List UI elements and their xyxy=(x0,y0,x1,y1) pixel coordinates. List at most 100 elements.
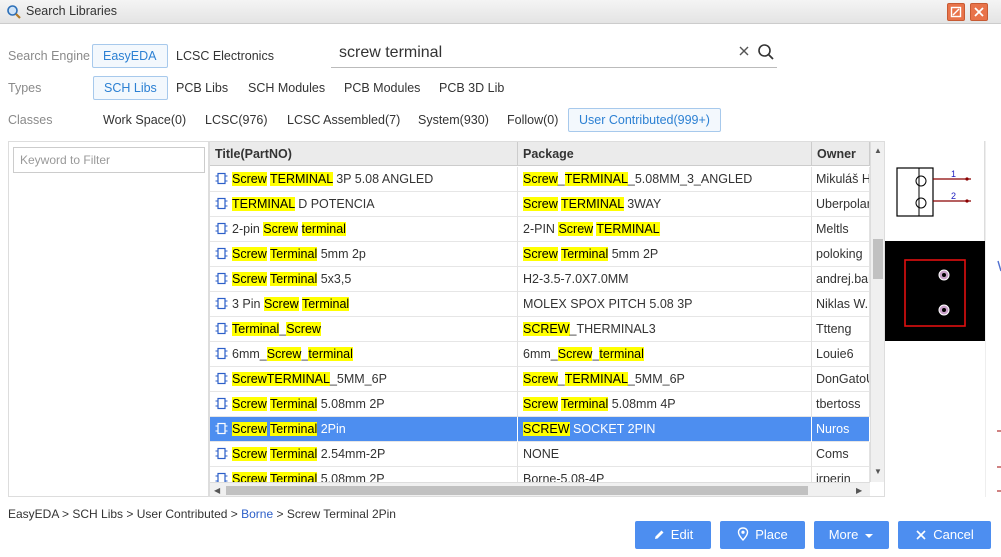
table-row[interactable]: Screw Terminal 5mm 2p Screw Terminal 5mm … xyxy=(210,242,870,267)
table-row[interactable]: TERMINAL D POTENCIA Screw TERMINAL 3WAY Ub… xyxy=(210,192,870,217)
text-segment: _ xyxy=(557,172,565,186)
schematic-symbol-icon xyxy=(215,172,228,185)
text-segment: 2-pin xyxy=(232,222,264,236)
table-row[interactable]: Screw Terminal 5.08mm 2P Screw Terminal 5… xyxy=(210,392,870,417)
engine-option-lcsc[interactable]: LCSC Electronics xyxy=(166,45,284,67)
package-cell: Screw_TERMINAL_5.08MM_3_ANGLED xyxy=(518,167,812,192)
close-window-button[interactable] xyxy=(970,3,988,21)
title-cell: ScrewTERMINAL_5MM_6P xyxy=(210,367,518,392)
highlighted-match: Terminal xyxy=(560,247,609,261)
owner-cell: Ttteng xyxy=(812,317,870,342)
engine-option-easyeda[interactable]: EasyEDA xyxy=(92,44,168,68)
keyword-filter-input[interactable] xyxy=(13,147,205,173)
class-option-user-contributed[interactable]: User Contributed(999+) xyxy=(568,108,721,132)
class-option-system[interactable]: System(930) xyxy=(408,109,499,131)
schematic-symbol-icon xyxy=(215,272,228,285)
clear-search-icon[interactable] xyxy=(737,44,751,58)
type-option-pcb-modules[interactable]: PCB Modules xyxy=(334,77,430,99)
scroll-down-icon[interactable]: ▼ xyxy=(874,467,882,476)
type-option-sch-modules[interactable]: SCH Modules xyxy=(238,77,335,99)
search-icon[interactable] xyxy=(757,43,775,61)
highlighted-match: Screw xyxy=(232,472,267,482)
text-segment: 2.54mm-2P xyxy=(317,447,386,461)
more-button[interactable]: More xyxy=(814,521,889,549)
vertical-scrollbar[interactable]: ▲ ▼ xyxy=(870,142,884,482)
table-row[interactable]: Screw Terminal 5.08mm 2P Borne-5.08-4P irp… xyxy=(210,467,870,482)
column-header-package[interactable]: Package xyxy=(518,142,812,166)
text-segment: 5.08mm 2P xyxy=(317,472,385,482)
type-option-pcb-3d-lib[interactable]: PCB 3D Lib xyxy=(429,77,514,99)
table-row[interactable]: Screw TERMINAL 3P 5.08 ANGLED Screw_TERMI… xyxy=(210,167,870,192)
title-cell: Screw TERMINAL 3P 5.08 ANGLED xyxy=(210,167,518,192)
highlighted-match: Screw xyxy=(232,372,267,386)
more-button-label: More xyxy=(828,527,859,542)
table-row[interactable]: Terminal_Screw SCREW_THERMINAL3 Ttteng xyxy=(210,317,870,342)
type-option-pcb-libs[interactable]: PCB Libs xyxy=(166,77,238,99)
text-segment: 5.08mm 4P xyxy=(608,397,676,411)
text-segment: 6mm_ xyxy=(232,347,267,361)
text-segment: 3P 5.08 ANGLED xyxy=(332,172,434,186)
scroll-right-icon[interactable]: ▶ xyxy=(856,486,862,495)
schematic-symbol-icon xyxy=(215,397,228,410)
text-segment: 3 Pin xyxy=(232,297,264,311)
package-cell: Screw Terminal 5.08mm 4P xyxy=(518,392,812,417)
breadcrumb-part: > Screw Terminal 2Pin xyxy=(273,507,396,521)
owner-cell: andrej.bal xyxy=(812,267,870,292)
table-row[interactable]: ScrewTERMINAL_5MM_6P Screw_TERMINAL_5MM_6… xyxy=(210,367,870,392)
highlighted-match: TERMINAL xyxy=(232,197,295,211)
highlighted-match: Screw xyxy=(232,447,267,461)
pencil-icon xyxy=(654,530,664,539)
horizontal-scroll-thumb[interactable] xyxy=(226,486,808,495)
text-segment: 3WAY xyxy=(623,197,662,211)
text-segment: _5.08MM_3_ANGLED xyxy=(627,172,753,186)
scroll-left-icon[interactable]: ◀ xyxy=(214,486,220,495)
column-header-owner[interactable]: Owner xyxy=(812,142,870,166)
table-row[interactable]: Screw Terminal 2.54mm-2P NONE Coms xyxy=(210,442,870,467)
search-input[interactable] xyxy=(339,42,729,64)
class-option-lcsc[interactable]: LCSC(976) xyxy=(195,109,278,131)
owner-cell: Coms xyxy=(812,442,870,467)
breadcrumb-owner-link[interactable]: Borne xyxy=(241,507,273,521)
class-option-follow[interactable]: Follow(0) xyxy=(497,109,568,131)
highlighted-match: Screw xyxy=(232,272,267,286)
class-option-lcsc-assembled[interactable]: LCSC Assembled(7) xyxy=(277,109,410,131)
close-icon xyxy=(974,7,984,17)
title-cell: Screw Terminal 2Pin xyxy=(210,417,518,442)
horizontal-scrollbar[interactable]: ◀ ▶ xyxy=(210,482,870,496)
class-option-work-space[interactable]: Work Space(0) xyxy=(93,109,196,131)
table-row[interactable]: 3 Pin Screw Terminal MOLEX SPOX PITCH 5.0… xyxy=(210,292,870,317)
text-segment: D POTENCIA xyxy=(294,197,375,211)
pcb-footprint-preview xyxy=(885,241,985,341)
highlighted-match: Screw xyxy=(523,372,558,386)
package-cell: 2-PIN Screw TERMINAL xyxy=(518,217,812,242)
text-segment: 2-PIN xyxy=(523,222,559,236)
background-canvas-fragment xyxy=(984,141,1001,497)
owner-cell: Meltls xyxy=(812,217,870,242)
highlighted-match: Screw xyxy=(523,247,558,261)
highlighted-match: SCREW xyxy=(523,422,570,436)
table-row[interactable]: 2-pin Screw terminal 2-PIN Screw TERMINAL… xyxy=(210,217,870,242)
scroll-up-icon[interactable]: ▲ xyxy=(874,146,882,155)
title-cell: Terminal_Screw xyxy=(210,317,518,342)
column-header-title[interactable]: Title(PartNO) xyxy=(210,142,518,166)
pcb-footprint-image xyxy=(904,259,966,327)
vertical-scroll-thumb[interactable] xyxy=(873,239,883,279)
schematic-symbol-icon xyxy=(215,247,228,260)
title-cell: Screw Terminal 5mm 2p xyxy=(210,242,518,267)
highlighted-match: Screw xyxy=(523,172,558,186)
table-row-selected[interactable]: Screw Terminal 2Pin SCREW SOCKET 2PIN Nuro… xyxy=(210,417,870,442)
types-label: Types xyxy=(8,81,42,95)
edit-button-label: Edit xyxy=(670,527,694,542)
place-button[interactable]: Place xyxy=(720,521,805,549)
type-option-sch-libs[interactable]: SCH Libs xyxy=(93,76,168,100)
location-pin-icon xyxy=(738,527,749,541)
highlighted-match: Screw xyxy=(523,197,558,211)
package-cell: H2-3.5-7.0X7.0MM xyxy=(518,267,812,292)
table-row[interactable]: Screw Terminal 5x3,5 H2-3.5-7.0X7.0MM andr… xyxy=(210,267,870,292)
cancel-button[interactable]: Cancel xyxy=(898,521,991,549)
edit-button[interactable]: Edit xyxy=(635,521,711,549)
table-row[interactable]: 6mm_Screw_terminal 6mm_Screw_terminal Loui… xyxy=(210,342,870,367)
window-title: Search Libraries xyxy=(26,4,118,18)
maximize-button[interactable] xyxy=(947,3,965,21)
owner-cell: Niklas W. xyxy=(812,292,870,317)
